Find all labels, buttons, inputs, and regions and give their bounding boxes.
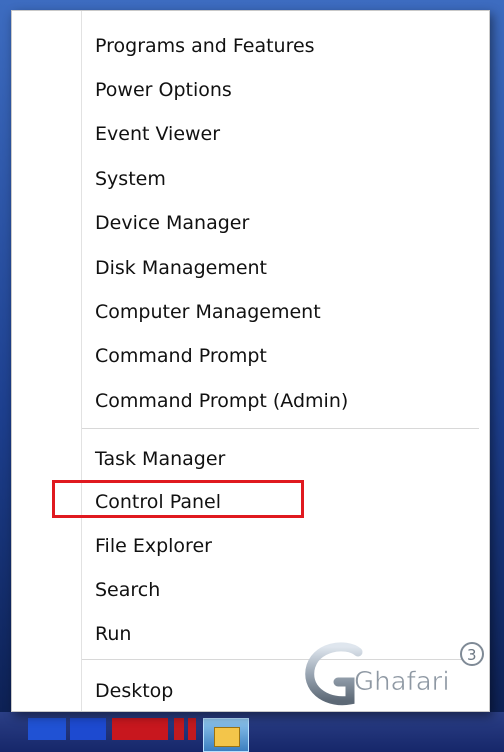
menu-item-computer-management[interactable]: Computer Management <box>82 292 483 332</box>
menu-item-disk-management[interactable]: Disk Management <box>82 248 483 288</box>
ghafari-logo: Ghafari 3 <box>305 642 484 706</box>
taskbar-tile[interactable] <box>174 718 184 740</box>
menu-item-device-manager[interactable]: Device Manager <box>82 203 483 243</box>
logo-superscript: 3 <box>467 646 477 664</box>
menu-item-file-explorer[interactable]: File Explorer <box>82 526 483 566</box>
menu-item-event-viewer[interactable]: Event Viewer <box>82 114 483 154</box>
menu-item-command-prompt-admin[interactable]: Command Prompt (Admin) <box>82 381 483 421</box>
file-explorer-taskbar-icon[interactable] <box>203 718 249 752</box>
menu-item-system[interactable]: System <box>82 159 483 199</box>
menu-item-command-prompt[interactable]: Command Prompt <box>82 336 483 376</box>
menu-item-power-options[interactable]: Power Options <box>82 70 483 110</box>
menu-item-programs-and-features[interactable]: Programs and Features <box>82 26 483 66</box>
taskbar <box>0 712 504 752</box>
taskbar-tile[interactable] <box>28 718 66 740</box>
taskbar-tile[interactable] <box>188 718 196 740</box>
menu-item-task-manager[interactable]: Task Manager <box>82 439 483 479</box>
logo-text: Ghafari <box>354 667 450 697</box>
taskbar-tile[interactable] <box>70 718 106 740</box>
control-panel-highlight <box>52 480 304 518</box>
logo-letter-g <box>305 642 363 706</box>
quick-link-menu: Programs and Features Power Options Even… <box>11 10 490 712</box>
menu-item-search[interactable]: Search <box>82 570 483 610</box>
taskbar-tile[interactable] <box>112 718 168 740</box>
menu-separator <box>82 428 479 429</box>
